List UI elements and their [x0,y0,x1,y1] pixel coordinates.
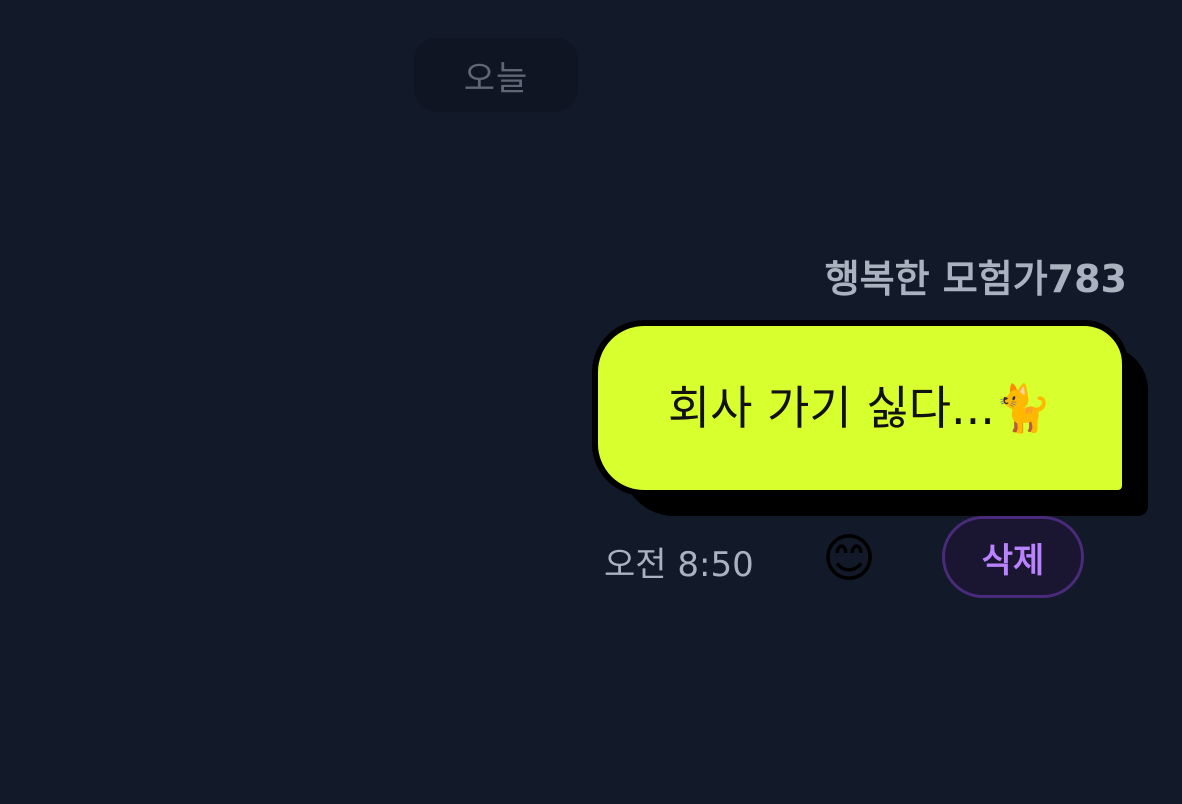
date-divider: 오늘 [414,38,578,112]
delete-button-label: 삭제 [981,540,1045,581]
delete-button[interactable]: 삭제 [942,516,1084,598]
message-timestamp: 오전 8:50 [604,545,754,585]
message-bubble[interactable]: 회사 가기 싫다...🐈 [592,320,1128,496]
message-text: 회사 가기 싫다...🐈 [667,381,1053,435]
sender-name: 행복한 모험가783 [824,257,1127,301]
date-divider-label: 오늘 [463,58,529,99]
message-bubble-container: 회사 가기 싫다...🐈 [592,320,1148,516]
reaction-emoji-icon[interactable]: 😊 [818,528,880,590]
